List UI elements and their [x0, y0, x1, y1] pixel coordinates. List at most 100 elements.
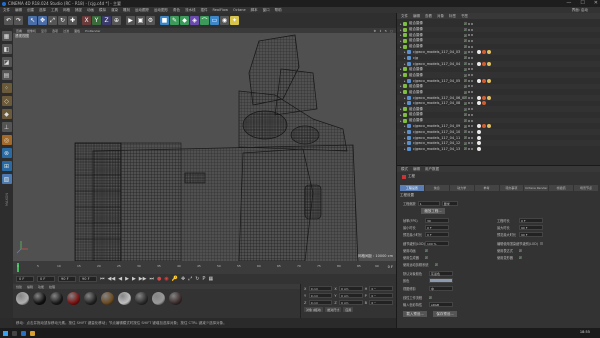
search-icon[interactable]	[12, 330, 17, 336]
object-name[interactable]: 组合摄像	[409, 107, 459, 112]
texture-tag-icon[interactable]	[487, 78, 491, 83]
orbit-icon[interactable]: ↻	[385, 29, 388, 33]
minimize-button[interactable]: —	[566, 0, 571, 6]
menu-window[interactable]: 窗口	[263, 8, 270, 13]
render-visibility-dot[interactable]	[471, 142, 473, 145]
object-name[interactable]: cjgwcx_models_117_04_06_0	[413, 96, 464, 100]
render-visibility-dot[interactable]	[471, 45, 473, 48]
enabled-checkbox[interactable]: ✓	[464, 107, 467, 112]
tweak-mode-icon[interactable]: ◎	[1, 135, 12, 145]
texture-mode-icon[interactable]: ◪	[1, 57, 12, 67]
am-menu-mode[interactable]: 模式	[401, 167, 408, 172]
material-swatch[interactable]	[16, 292, 29, 305]
windows-start-icon[interactable]	[3, 330, 8, 336]
polygons-mode-icon[interactable]: ◆	[1, 109, 12, 119]
material-tag-icon[interactable]	[477, 95, 481, 100]
viewport-menu-cameras[interactable]: 摄像机	[27, 29, 36, 33]
material-tag-icon[interactable]	[477, 129, 481, 134]
project-scale-field[interactable]: 1	[417, 201, 440, 206]
snapping-icon[interactable]: ⊗	[1, 148, 12, 158]
go-to-start-icon[interactable]: ⏮	[100, 276, 105, 282]
render-visibility-dot[interactable]	[471, 130, 473, 133]
menu-select[interactable]: 选择	[39, 8, 46, 13]
end-frame-field[interactable]: 90 F	[58, 276, 76, 282]
menu-character[interactable]: 角色	[173, 8, 180, 13]
menu-edit[interactable]: 编辑	[15, 8, 22, 13]
render-visibility-dot[interactable]	[471, 119, 473, 122]
render-visibility-dot[interactable]	[471, 102, 473, 105]
3d-viewport[interactable]: 透视视图 网格间距 : 10000 cm	[13, 33, 396, 261]
menu-mesh[interactable]: 网格	[63, 8, 70, 13]
position-key-icon[interactable]: ✥	[181, 276, 185, 282]
texture-tag-icon[interactable]	[487, 50, 491, 55]
object-name[interactable]: 组合摄像	[409, 44, 459, 49]
light-icon[interactable]: ✦	[230, 16, 239, 25]
menu-animate[interactable]: 动画	[87, 8, 94, 13]
scale-unit-select[interactable]: 厘米	[441, 201, 458, 206]
menu-sculpt[interactable]: 雕刻	[123, 8, 130, 13]
material-swatch[interactable]	[101, 292, 114, 305]
material-menu-texture[interactable]: 纹理	[49, 285, 55, 289]
enable-axis-icon[interactable]: ⊥	[1, 122, 12, 132]
texture-tag-icon[interactable]	[487, 61, 491, 66]
object-name[interactable]: cjgwcx_models_117_04_11	[413, 136, 463, 140]
project-time-field[interactable]: 0 F	[519, 218, 543, 223]
material-swatch[interactable]	[135, 292, 148, 305]
editor-visibility-dot[interactable]	[468, 96, 470, 99]
menu-mograph[interactable]: 运动图形	[154, 8, 168, 13]
tab-octane-render[interactable]: Octane Render	[524, 185, 549, 191]
max-time-field[interactable]: 90 F	[519, 225, 543, 230]
cube-icon[interactable]: ■	[160, 16, 169, 25]
editor-visibility-dot[interactable]	[468, 136, 470, 139]
rotation-b-field[interactable]: 0 °	[369, 300, 393, 305]
pan-icon[interactable]: ✥	[374, 29, 377, 33]
timeline-window-icon[interactable]: ▦	[208, 276, 213, 282]
enabled-checkbox[interactable]: ✓	[464, 33, 467, 38]
material-tag-icon[interactable]	[477, 101, 481, 106]
tab-info[interactable]: 信息	[424, 185, 449, 191]
texture-tag-icon[interactable]	[482, 124, 486, 129]
subdivision-surface-icon[interactable]: ◆	[180, 16, 189, 25]
start-frame-field[interactable]: 0 F	[16, 276, 34, 282]
material-swatch[interactable]	[84, 292, 97, 305]
texture-tag-icon[interactable]	[482, 61, 486, 66]
texture-tag-icon[interactable]	[482, 101, 486, 106]
om-menu-bookmarks[interactable]: 书签	[461, 14, 468, 19]
toggle-view-icon[interactable]: ▢	[390, 29, 393, 33]
use-generators-checkbox[interactable]: ✓	[425, 256, 428, 260]
rotate-icon[interactable]: ↻	[58, 16, 67, 25]
material-swatch[interactable]	[169, 292, 182, 305]
enabled-checkbox[interactable]: ✓	[464, 39, 467, 43]
render-picture-viewer-icon[interactable]: ▣	[136, 16, 145, 25]
editor-visibility-dot[interactable]	[468, 74, 470, 77]
texture-tag-icon[interactable]	[482, 50, 486, 55]
am-menu-userdata[interactable]: 用户数据	[425, 167, 439, 172]
object-name[interactable]: cjgwcx_models_117_04_05	[413, 79, 463, 83]
size-x-field[interactable]: 0 cm	[339, 286, 363, 291]
enabled-checkbox[interactable]: ✓	[464, 56, 467, 60]
locked-workplane-icon[interactable]: ⊞	[1, 161, 12, 171]
enabled-checkbox[interactable]: ✓	[464, 79, 467, 83]
editor-visibility-dot[interactable]	[468, 119, 470, 122]
texture-tag-icon[interactable]	[482, 95, 486, 100]
motion-system-checkbox[interactable]: ✓	[435, 263, 438, 267]
om-menu-file[interactable]: 文件	[401, 14, 408, 19]
render-visibility-dot[interactable]	[471, 113, 473, 116]
editor-visibility-dot[interactable]	[468, 113, 470, 116]
preview-max-field[interactable]: 90 F	[519, 232, 543, 237]
enabled-checkbox[interactable]: ✓	[464, 45, 467, 49]
material-swatch[interactable]	[67, 292, 80, 305]
editor-visibility-dot[interactable]	[468, 68, 470, 71]
material-tag-icon[interactable]	[477, 141, 481, 146]
object-name[interactable]: 组合摄像	[409, 33, 459, 38]
lod-field[interactable]: 100 %	[425, 241, 449, 246]
view-clipping-select[interactable]: 中	[429, 286, 453, 291]
render-visibility-dot[interactable]	[471, 147, 473, 150]
scale-icon[interactable]: ⤢	[48, 16, 57, 25]
camera-icon[interactable]: ◉	[220, 16, 229, 25]
live-select-icon[interactable]: ↖	[28, 16, 37, 25]
render-visibility-dot[interactable]	[471, 68, 473, 71]
enabled-checkbox[interactable]: ✓	[464, 28, 467, 32]
scale-project-button[interactable]: 缩放工程...	[421, 208, 445, 214]
viewport-menu-panel[interactable]: 面板	[74, 29, 80, 33]
